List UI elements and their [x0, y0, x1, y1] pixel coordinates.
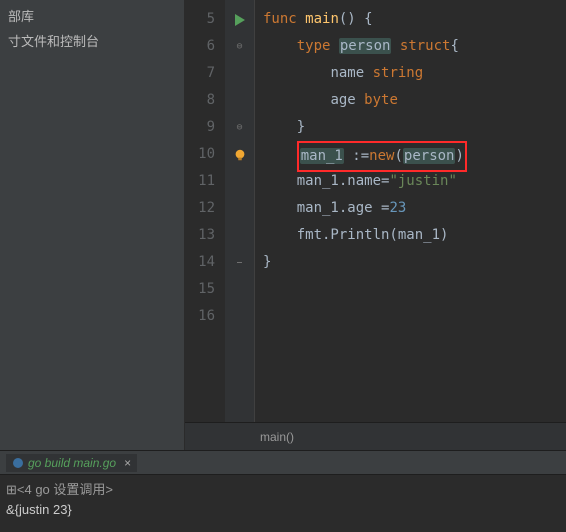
run-config-tab[interactable]: go build main.go × [6, 454, 137, 472]
line-number: 9 [185, 114, 225, 141]
sidebar-item[interactable]: 寸文件和控制台 [0, 29, 184, 54]
line-number: 13 [185, 222, 225, 249]
code-editor[interactable]: 5 6 7 8 9 10 11 12 13 14 15 16 [185, 0, 566, 422]
line-number: 6 [185, 33, 225, 60]
code-line: } [263, 249, 566, 276]
code-line: } [263, 114, 566, 141]
breadcrumb-item[interactable]: main() [260, 430, 294, 444]
code-line: man_1 :=new(person) [263, 141, 566, 168]
sidebar: 部库 寸文件和控制台 [0, 0, 185, 450]
lightbulb-icon[interactable] [233, 141, 247, 168]
code-line: type person struct{ [263, 33, 566, 60]
line-number: 10 [185, 141, 225, 168]
line-number: 12 [185, 195, 225, 222]
go-icon [12, 457, 24, 469]
line-number: 7 [185, 60, 225, 87]
code-content[interactable]: func main() { type person struct{ name s… [255, 0, 566, 422]
line-number: 5 [185, 6, 225, 33]
code-line [263, 276, 566, 303]
close-icon[interactable]: × [120, 456, 131, 470]
breadcrumb[interactable]: main() [185, 422, 566, 450]
editor-area: 5 6 7 8 9 10 11 12 13 14 15 16 [185, 0, 566, 450]
code-line: man_1.name="justin" [263, 168, 566, 195]
code-line: func main() { [263, 6, 566, 33]
fold-icon[interactable]: ⊖ [236, 114, 242, 141]
console-output: &{justin 23} [6, 498, 560, 517]
fold-end-icon[interactable]: ⎯ [237, 249, 242, 276]
console-command: ⊞<4 go 设置调用> [6, 479, 560, 498]
code-line: fmt.Println(man_1) [263, 222, 566, 249]
code-line [263, 303, 566, 330]
code-line: man_1.age =23 [263, 195, 566, 222]
run-config-label: go build main.go [28, 456, 116, 470]
icon-gutter: ⊖ ⊖ ⎯ [225, 0, 255, 422]
code-line: name string [263, 60, 566, 87]
line-number: 15 [185, 276, 225, 303]
sidebar-item[interactable]: 部库 [0, 4, 184, 29]
line-number-gutter: 5 6 7 8 9 10 11 12 13 14 15 16 [185, 0, 225, 422]
run-tabs: go build main.go × [0, 450, 566, 474]
line-number: 16 [185, 303, 225, 330]
line-number: 14 [185, 249, 225, 276]
code-line: age byte [263, 87, 566, 114]
run-console[interactable]: ⊞<4 go 设置调用> &{justin 23} [0, 474, 566, 532]
line-number: 11 [185, 168, 225, 195]
run-line-icon[interactable] [235, 6, 245, 33]
fold-icon[interactable]: ⊖ [236, 33, 242, 60]
line-number: 8 [185, 87, 225, 114]
